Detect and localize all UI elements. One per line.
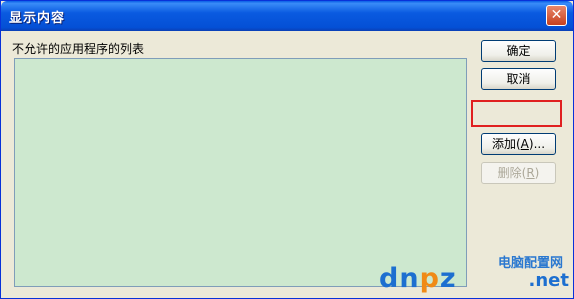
title-bar[interactable]: 显示内容 ✕ bbox=[1, 1, 573, 31]
add-button-highlight-frame bbox=[471, 100, 562, 127]
window-title: 显示内容 bbox=[9, 11, 66, 26]
cancel-button[interactable]: 取消 bbox=[481, 68, 556, 90]
delete-button-label-pre: 删除( bbox=[497, 166, 527, 180]
add-button-accesskey: A bbox=[520, 137, 529, 151]
watermark-tld: .net bbox=[528, 270, 569, 291]
close-button[interactable]: ✕ bbox=[546, 5, 567, 26]
add-button-label-post: )... bbox=[528, 137, 546, 151]
list-label: 不允许的应用程序的列表 bbox=[12, 42, 145, 56]
delete-button-accesskey: R bbox=[526, 166, 535, 180]
watermark-main-b: z bbox=[439, 263, 457, 294]
watermark-main-a: dn bbox=[379, 263, 420, 294]
delete-button[interactable]: 删除(R) bbox=[481, 162, 556, 184]
add-button-label-pre: 添加( bbox=[491, 137, 521, 151]
watermark-top-text: 电脑配置网 bbox=[497, 256, 563, 271]
delete-button-label-post: ) bbox=[534, 166, 540, 180]
watermark-main-text: dnpz bbox=[379, 263, 457, 294]
watermark-main-o: p bbox=[419, 263, 440, 294]
dialog-window: 显示内容 ✕ 不允许的应用程序的列表 确定 取消 添加(A)... 删除(R) … bbox=[0, 0, 574, 299]
cancel-button-label: 取消 bbox=[506, 72, 531, 86]
ok-button-label: 确定 bbox=[506, 44, 531, 58]
ok-button[interactable]: 确定 bbox=[481, 40, 556, 62]
close-icon: ✕ bbox=[550, 7, 563, 23]
watermark-logo: 电脑配置网 dnpz .net bbox=[379, 252, 569, 294]
add-button[interactable]: 添加(A)... bbox=[481, 133, 556, 155]
